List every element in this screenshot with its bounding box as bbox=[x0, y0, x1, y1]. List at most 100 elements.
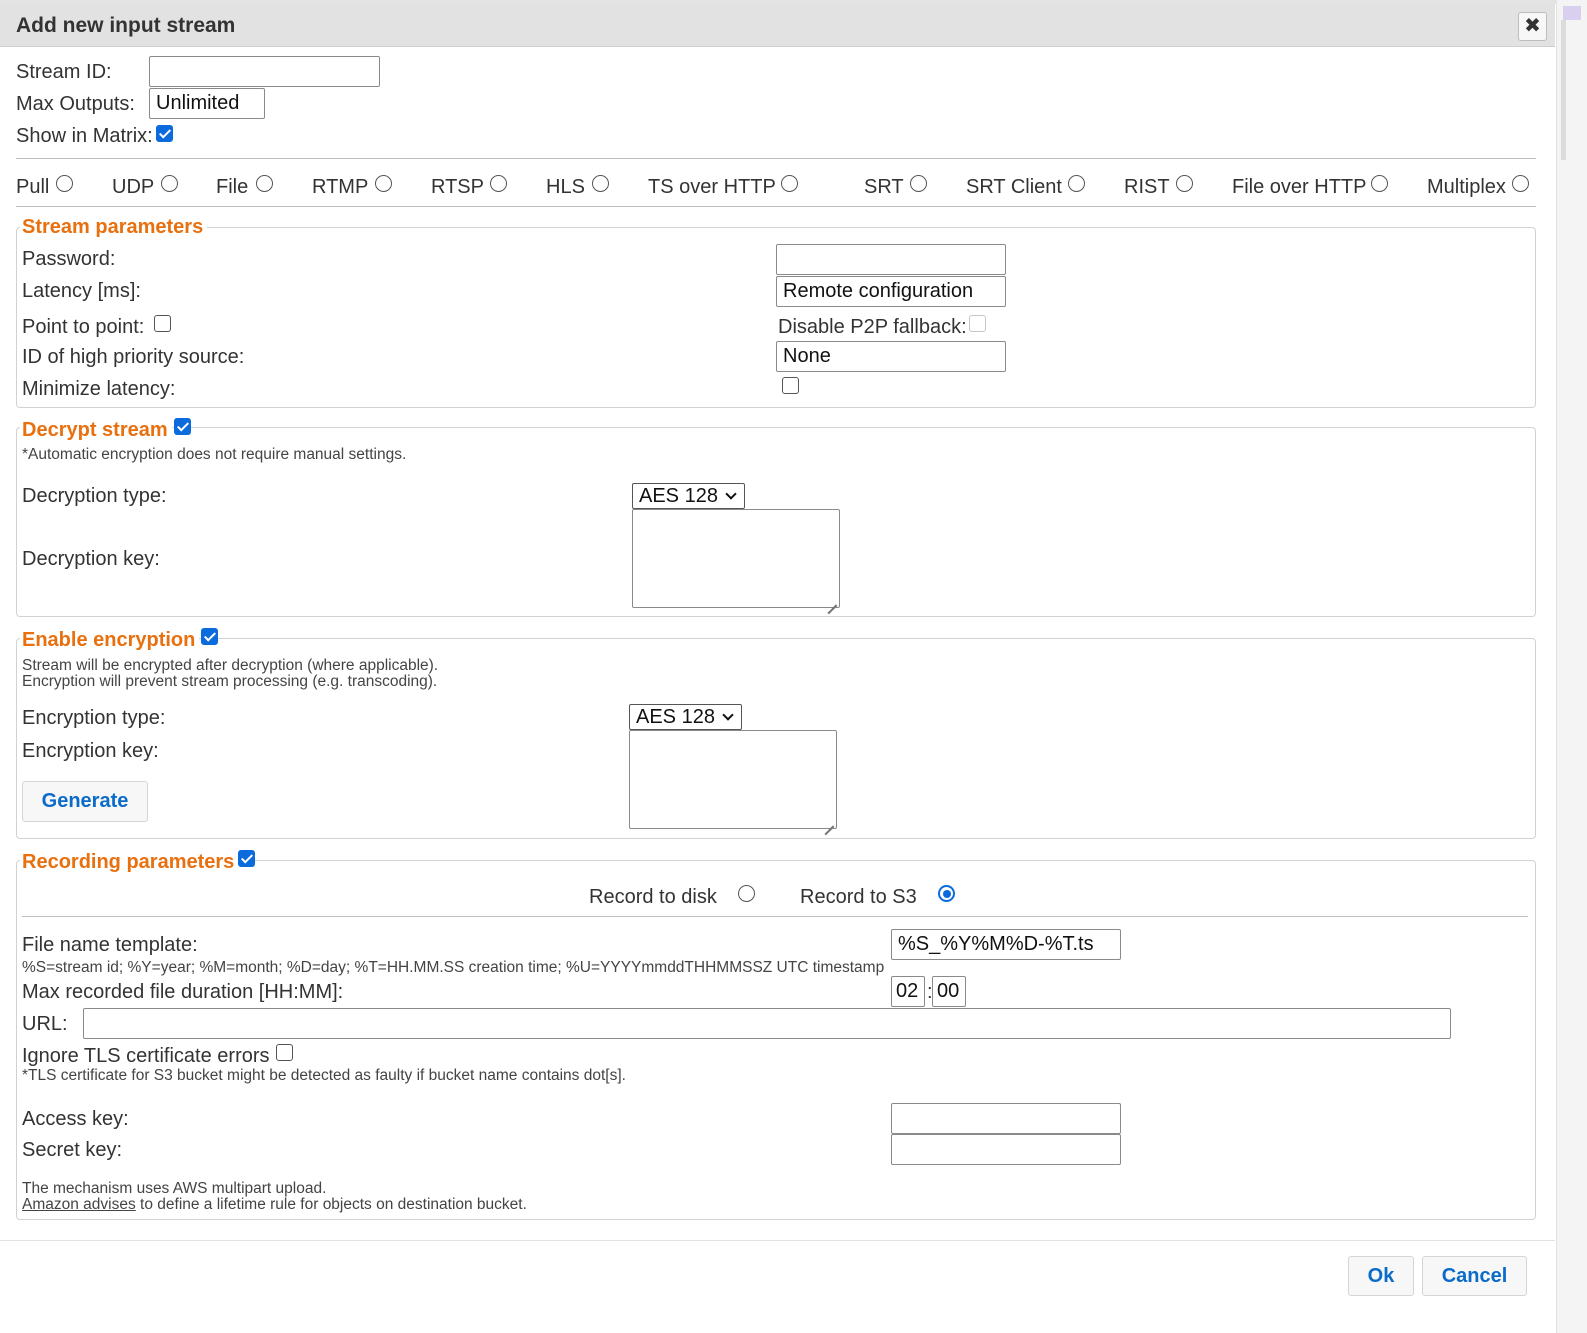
duration-minutes-input[interactable]: 00 bbox=[932, 976, 966, 1007]
protocol-file-label: File bbox=[216, 176, 249, 198]
protocol-udp-radio[interactable] bbox=[161, 175, 178, 192]
divider bbox=[22, 916, 1528, 917]
protocol-ts-over-http-radio[interactable] bbox=[781, 175, 798, 192]
tls-note: *TLS certificate for S3 bucket might be … bbox=[22, 1067, 626, 1084]
protocol-pull-radio[interactable] bbox=[56, 175, 73, 192]
protocol-hls-label: HLS bbox=[546, 176, 585, 198]
max-outputs-label: Max Outputs: bbox=[16, 93, 135, 115]
protocol-file-over-http-radio[interactable] bbox=[1371, 175, 1388, 192]
page-scrollbar[interactable] bbox=[1556, 0, 1587, 1333]
file-name-template-label: File name template: bbox=[22, 934, 198, 956]
url-input[interactable] bbox=[83, 1008, 1451, 1039]
protocol-srt-radio[interactable] bbox=[910, 175, 927, 192]
scrollbar-thumb[interactable] bbox=[1561, 20, 1566, 160]
encryption-type-value: AES 128 bbox=[636, 706, 715, 728]
amazon-advises-link[interactable]: Amazon advises bbox=[22, 1196, 136, 1213]
recording-parameters-section bbox=[16, 860, 1536, 1220]
divider bbox=[16, 158, 1536, 159]
recording-parameters-checkbox[interactable] bbox=[238, 850, 255, 867]
stream-id-input[interactable] bbox=[149, 56, 380, 87]
protocol-multiplex-radio[interactable] bbox=[1512, 175, 1529, 192]
generate-button[interactable]: Generate bbox=[22, 781, 148, 822]
protocol-rtmp-label: RTMP bbox=[312, 176, 369, 198]
protocol-file-over-http-label: File over HTTP bbox=[1232, 176, 1367, 198]
decryption-key-textarea[interactable] bbox=[632, 509, 840, 608]
cancel-button[interactable]: Cancel bbox=[1422, 1256, 1527, 1296]
aws-lifetime-note-text: to define a lifetime rule for objects on… bbox=[135, 1196, 527, 1213]
protocol-hls-radio[interactable] bbox=[592, 175, 609, 192]
encryption-type-select[interactable]: AES 128 bbox=[629, 704, 742, 730]
dialog-title: Add new input stream bbox=[16, 14, 236, 37]
access-key-input[interactable] bbox=[891, 1103, 1121, 1134]
decrypt-stream-legend: Decrypt stream bbox=[20, 419, 172, 442]
decrypt-stream-checkbox[interactable] bbox=[174, 418, 191, 435]
high-priority-source-label: ID of high priority source: bbox=[22, 346, 245, 368]
protocol-rtmp-radio[interactable] bbox=[375, 175, 392, 192]
point-to-point-label: Point to point: bbox=[22, 316, 145, 338]
record-to-disk-radio[interactable] bbox=[738, 885, 755, 902]
resize-grip-icon[interactable] bbox=[824, 816, 834, 826]
resize-grip-icon[interactable] bbox=[827, 595, 837, 605]
point-to-point-checkbox[interactable] bbox=[154, 315, 171, 332]
access-key-label: Access key: bbox=[22, 1108, 129, 1130]
stream-parameters-legend: Stream parameters bbox=[20, 216, 208, 239]
protocol-ts-over-http-label: TS over HTTP bbox=[648, 176, 776, 198]
minimize-latency-checkbox[interactable] bbox=[782, 377, 799, 394]
protocol-rist-label: RIST bbox=[1124, 176, 1170, 198]
decryption-type-select[interactable]: AES 128 bbox=[632, 483, 745, 509]
disable-p2p-fallback-label: Disable P2P fallback: bbox=[778, 316, 967, 338]
protocol-srt-client-label: SRT Client bbox=[966, 176, 1062, 198]
decrypt-note: *Automatic encryption does not require m… bbox=[22, 446, 407, 463]
chevron-down-icon bbox=[722, 709, 734, 721]
divider bbox=[16, 206, 1536, 207]
decryption-key-label: Decryption key: bbox=[22, 548, 160, 570]
protocol-file-radio[interactable] bbox=[256, 175, 273, 192]
encryption-note-1: Stream will be encrypted after decryptio… bbox=[22, 657, 439, 674]
file-name-template-input[interactable]: %S_%Y%M%D-%T.ts bbox=[891, 929, 1121, 960]
max-file-duration-label: Max recorded file duration [HH:MM]: bbox=[22, 981, 344, 1003]
ok-button[interactable]: Ok bbox=[1348, 1256, 1414, 1296]
latency-input[interactable]: Remote configuration bbox=[776, 276, 1006, 307]
ignore-tls-label: Ignore TLS certificate errors bbox=[22, 1045, 270, 1067]
disable-p2p-fallback-checkbox[interactable] bbox=[969, 315, 986, 332]
protocol-rist-radio[interactable] bbox=[1176, 175, 1193, 192]
record-to-disk-label: Record to disk bbox=[589, 886, 717, 908]
add-input-stream-dialog: Add new input stream ✖ Stream ID: Max Ou… bbox=[0, 4, 1555, 1333]
ignore-tls-checkbox[interactable] bbox=[276, 1044, 293, 1061]
close-button[interactable]: ✖ bbox=[1518, 12, 1547, 41]
chevron-down-icon bbox=[725, 488, 737, 500]
close-icon: ✖ bbox=[1524, 15, 1541, 37]
record-to-s3-radio[interactable] bbox=[938, 885, 955, 902]
record-to-s3-label: Record to S3 bbox=[800, 886, 917, 908]
enable-encryption-checkbox[interactable] bbox=[201, 628, 218, 645]
show-in-matrix-label: Show in Matrix: bbox=[16, 125, 153, 147]
stream-id-label: Stream ID: bbox=[16, 61, 112, 83]
aws-note: The mechanism uses AWS multipart upload. bbox=[22, 1180, 327, 1197]
latency-label: Latency [ms]: bbox=[22, 280, 141, 302]
show-in-matrix-checkbox[interactable] bbox=[156, 125, 173, 142]
protocol-multiplex-label: Multiplex bbox=[1427, 176, 1506, 198]
protocol-srt-label: SRT bbox=[864, 176, 904, 198]
secret-key-input[interactable] bbox=[891, 1134, 1121, 1165]
password-label: Password: bbox=[22, 248, 116, 270]
secret-key-label: Secret key: bbox=[22, 1139, 123, 1161]
dialog-titlebar: Add new input stream ✖ bbox=[0, 4, 1555, 47]
file-name-template-hint: %S=stream id; %Y=year; %M=month; %D=day;… bbox=[22, 959, 885, 976]
protocol-rtsp-radio[interactable] bbox=[490, 175, 507, 192]
max-outputs-input[interactable]: Unlimited bbox=[149, 88, 265, 119]
duration-hours-input[interactable]: 02 bbox=[891, 976, 925, 1007]
encryption-key-label: Encryption key: bbox=[22, 740, 159, 762]
protocol-udp-label: UDP bbox=[112, 176, 155, 198]
protocol-srt-client-radio[interactable] bbox=[1068, 175, 1085, 192]
password-input[interactable] bbox=[776, 244, 1006, 275]
protocol-rtsp-label: RTSP bbox=[431, 176, 484, 198]
encryption-key-textarea[interactable] bbox=[629, 730, 837, 829]
enable-encryption-legend: Enable encryption bbox=[20, 629, 200, 652]
high-priority-source-input[interactable]: None bbox=[776, 341, 1006, 372]
footer-divider bbox=[0, 1240, 1555, 1241]
encryption-type-label: Encryption type: bbox=[22, 707, 166, 729]
encryption-note-2: Encryption will prevent stream processin… bbox=[22, 673, 438, 690]
recording-parameters-legend: Recording parameters bbox=[20, 851, 239, 874]
page-background-fragment bbox=[1563, 6, 1581, 20]
decryption-type-label: Decryption type: bbox=[22, 485, 167, 507]
